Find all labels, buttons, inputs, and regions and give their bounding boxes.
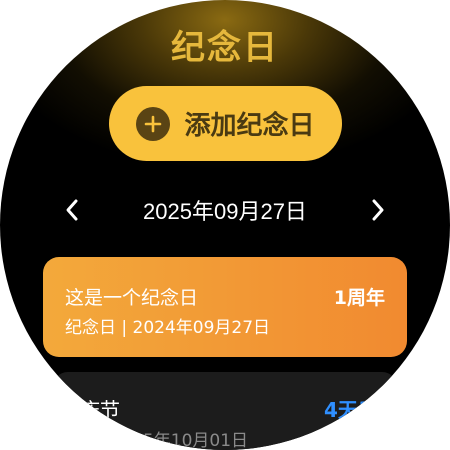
chevron-right-icon[interactable] — [366, 192, 390, 228]
page-title: 纪念日 — [171, 28, 279, 68]
plus-icon — [136, 106, 171, 141]
anniversary-card[interactable]: 国庆节 节日 | 2025年10月01日 4天后 — [52, 372, 398, 450]
anniversary-name: 这是一个纪念日 — [65, 287, 199, 309]
anniversary-subtitle: 纪念日 | 2024年09月27日 — [65, 318, 271, 338]
watch-screen: 纪念日 添加纪念日 2025年09月27日 这是一个纪念日 纪念日 | 2024… — [0, 0, 450, 450]
anniversary-badge: 1周年 — [333, 287, 385, 309]
add-anniversary-button[interactable]: 添加纪念日 — [109, 86, 342, 161]
anniversary-subtitle: 节日 | 2025年10月01日 — [60, 431, 249, 450]
anniversary-badge: 4天后 — [324, 398, 378, 422]
anniversary-name: 国庆节 — [60, 398, 120, 422]
current-date: 2025年09月27日 — [143, 199, 307, 224]
date-navigator: 2025年09月27日 — [60, 192, 390, 228]
anniversary-card[interactable]: 这是一个纪念日 纪念日 | 2024年09月27日 1周年 — [43, 257, 407, 357]
chevron-left-icon[interactable] — [60, 192, 84, 228]
add-anniversary-label: 添加纪念日 — [184, 111, 315, 141]
